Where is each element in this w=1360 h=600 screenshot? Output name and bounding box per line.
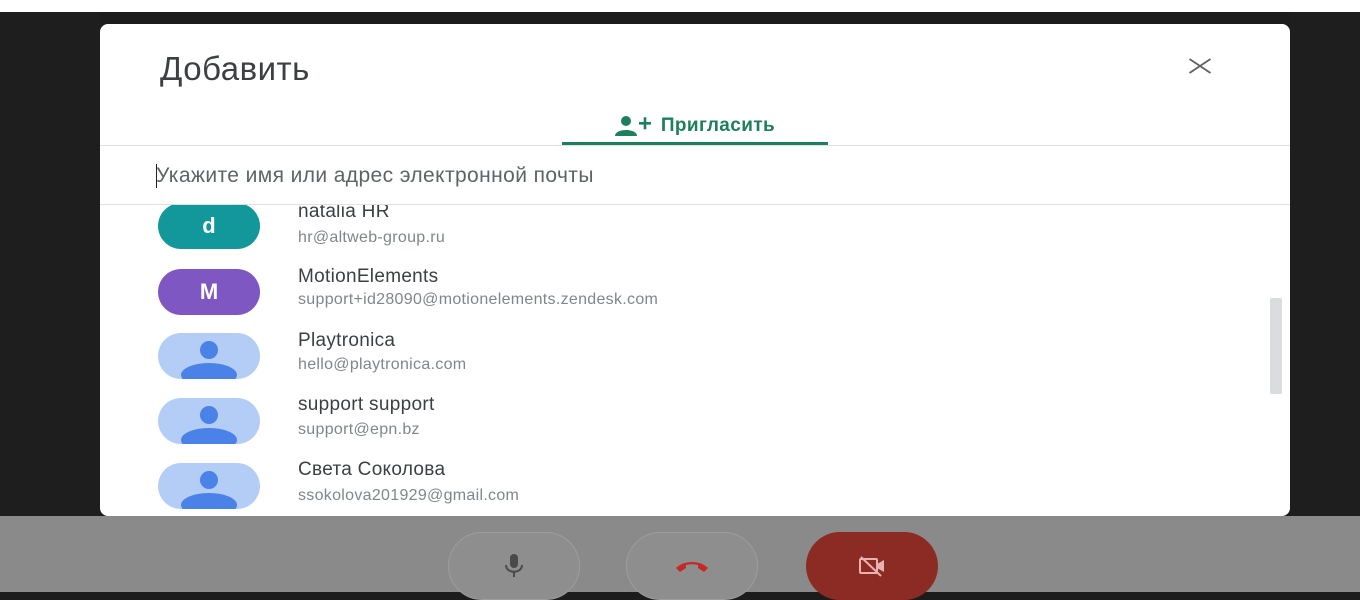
tab-divider [100,145,1290,146]
search-input[interactable] [156,150,1236,202]
contact-item[interactable]: M MotionElements support+id28090@motione… [100,257,1270,321]
dialog-title: Добавить [160,50,310,87]
video-toggle-button[interactable] [806,532,938,600]
background-right [1290,12,1360,516]
contact-item[interactable]: Света Соколова ssokolova201929@gmail.com [100,451,1270,515]
person-icon [181,406,237,444]
contact-name: support support [298,394,435,415]
avatar [158,463,260,509]
avatar: d [158,205,260,249]
contact-name: natalia HR [298,205,390,222]
contact-item[interactable]: Playtronica hello@playtronica.com [100,321,1270,385]
contact-item[interactable]: d natalia HR hr@altweb-group.ru [100,205,1270,255]
contact-email: support+id28090@motionelements.zendesk.c… [298,291,659,308]
call-controls-bar [0,516,1360,600]
background-left [0,12,100,516]
text-caret [156,164,157,188]
tab-invite[interactable]: Пригласить [562,106,828,146]
close-button[interactable] [1182,48,1218,84]
contact-item[interactable]: support support support@epn.bz [100,386,1270,450]
top-status-strip [0,0,1360,12]
contact-email: support@epn.bz [298,421,420,438]
person-add-icon [614,115,653,137]
add-people-dialog: Добавить Пригласить d natalia HR hr@altw… [100,24,1290,516]
avatar [158,398,260,444]
avatar: M [158,269,260,315]
contact-email: ssokolova201929@gmail.com [298,487,520,504]
contact-name: Playtronica [298,330,396,351]
scrollbar-thumb[interactable] [1270,298,1282,394]
contact-list: d natalia HR hr@altweb-group.ru M Motion… [100,205,1290,516]
video-off-icon [859,556,884,577]
hang-up-icon [676,562,708,572]
contact-name: MotionElements [298,266,439,287]
hang-up-button[interactable] [626,532,758,600]
close-icon [1188,58,1212,74]
contact-email: hello@playtronica.com [298,356,467,373]
contact-name: Света Соколова [298,459,446,480]
person-icon [181,341,237,379]
avatar-letter: d [202,213,216,238]
avatar-letter: M [199,279,219,304]
microphone-button[interactable] [448,532,580,600]
tab-invite-label: Пригласить [660,115,776,136]
person-icon [181,471,237,509]
microphone-icon [505,554,523,577]
contact-email: hr@altweb-group.ru [298,229,446,246]
avatar [158,333,260,379]
